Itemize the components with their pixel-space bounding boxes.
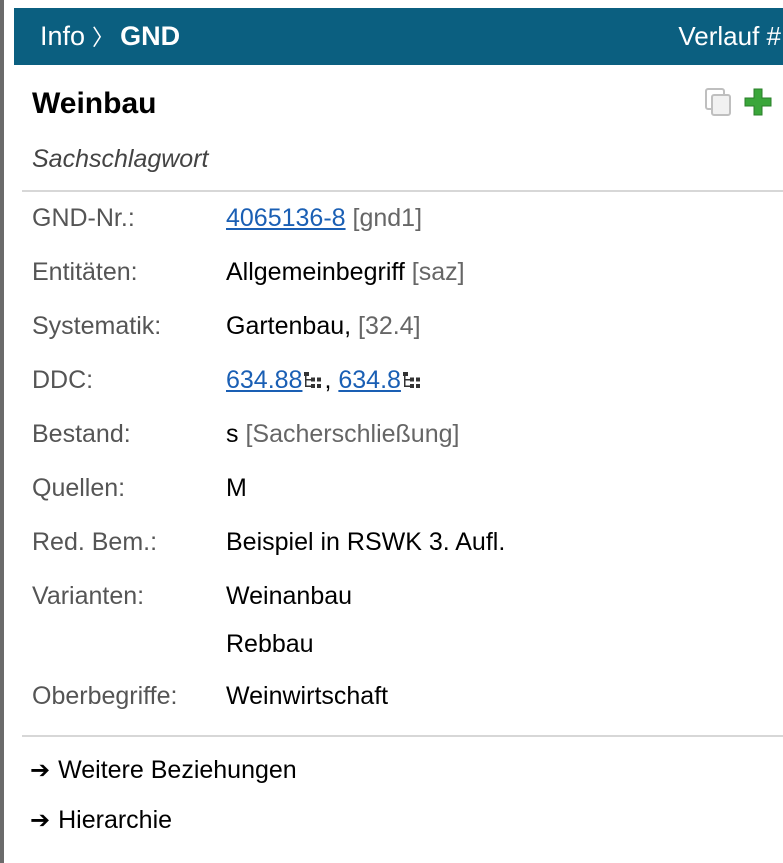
breadcrumb: Info 〉 GND xyxy=(40,19,180,55)
field-ddc-value: 634.88 , 634.8 xyxy=(226,360,423,400)
arrow-right-icon: ➔ xyxy=(30,807,51,834)
gnd-source: [gnd1] xyxy=(352,204,423,232)
more-relations-label[interactable]: Weitere Beziehungen xyxy=(58,756,297,784)
bestand-description: [Sacherschließung] xyxy=(245,420,460,448)
info-panel: Info 〉 GND Verlauf # Weinbau Sachschlagwor… xyxy=(0,0,783,863)
field-quellen-value: M xyxy=(226,474,247,502)
field-bestand-label: Bestand: xyxy=(32,420,131,448)
field-red-bem-value: Beispiel in RSWK 3. Aufl. xyxy=(226,528,506,556)
breadcrumb-current: GND xyxy=(120,21,181,51)
divider-top xyxy=(22,190,783,192)
hierarchy-link[interactable]: ➔ Hierarchie xyxy=(30,802,172,839)
breadcrumb-info-link[interactable]: Info xyxy=(40,21,85,51)
ddc-link-2[interactable]: 634.8 xyxy=(338,366,401,394)
field-oberbegriffe-label: Oberbegriffe: xyxy=(32,682,178,710)
entity-code: [saz] xyxy=(411,258,465,286)
ddc-link-1[interactable]: 634.88 xyxy=(226,366,302,394)
field-entitaeten-value: Allgemeinbegriff [saz] xyxy=(226,252,465,292)
panel-header: Info 〉 GND Verlauf # xyxy=(14,8,783,65)
more-relations-link[interactable]: ➔ Weitere Beziehungen xyxy=(30,752,297,789)
gnd-number-link[interactable]: 4065136-8 xyxy=(226,204,346,232)
field-oberbegriffe-value: Weinwirtschaft xyxy=(226,682,389,710)
breadcrumb-separator: 〉 xyxy=(92,25,115,50)
field-ddc-label: DDC: xyxy=(32,366,94,394)
field-varianten-label: Varianten: xyxy=(32,582,145,610)
variant-item: Rebbau xyxy=(226,630,314,658)
plus-icon[interactable] xyxy=(743,86,773,118)
systematik-code: [32.4] xyxy=(358,312,421,340)
record-title: Weinbau xyxy=(32,87,157,120)
history-label[interactable]: Verlauf xyxy=(678,21,759,51)
record-type: Sachschlagwort xyxy=(32,145,209,173)
field-gnd-value: 4065136-8 [gnd1] xyxy=(226,198,422,238)
arrow-right-icon: ➔ xyxy=(30,757,51,784)
field-entitaeten-label: Entitäten: xyxy=(32,258,138,286)
copy-icon[interactable] xyxy=(703,86,735,118)
field-red-bem-label: Red. Bem.: xyxy=(32,528,158,556)
history-hash[interactable]: # xyxy=(767,21,781,51)
variant-item: Weinanbau xyxy=(226,582,353,610)
hierarchy-tree-icon[interactable] xyxy=(302,370,324,390)
hierarchy-label[interactable]: Hierarchie xyxy=(58,806,172,834)
field-bestand-value: s [Sacherschließung] xyxy=(226,414,459,454)
history-menu[interactable]: Verlauf # xyxy=(678,19,781,53)
entity-value: Allgemeinbegriff xyxy=(226,258,405,286)
bestand-value: s xyxy=(226,420,239,448)
ddc-separator: , xyxy=(324,366,332,394)
field-systematik-value: Gartenbau, [32.4] xyxy=(226,306,421,346)
hierarchy-tree-icon[interactable] xyxy=(401,370,423,390)
divider-bottom xyxy=(22,735,783,737)
field-systematik-label: Systematik: xyxy=(32,312,162,340)
systematik-value: Gartenbau, xyxy=(226,312,352,340)
field-quellen-label: Quellen: xyxy=(32,474,126,502)
field-gnd-label: GND-Nr.: xyxy=(32,204,135,232)
